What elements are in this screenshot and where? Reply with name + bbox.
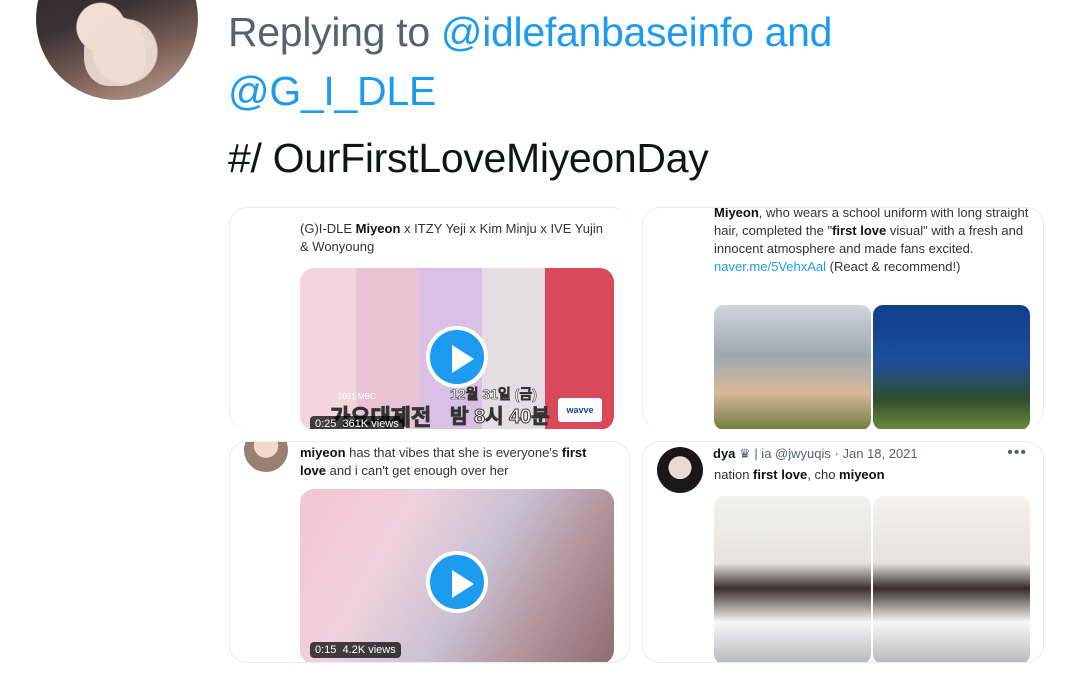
quote-text: nation first love, cho miyeon (714, 467, 885, 482)
quote-author-line: dya ♛ | ia @jwyuqis · Jan 18, 2021 (713, 446, 918, 461)
video-duration: 0:15 4.2K views (310, 642, 401, 658)
mention-link-idlefanbaseinfo[interactable]: @idlefanbaseinfo (441, 9, 754, 55)
article-link[interactable]: naver.me/5VehxAal (714, 259, 826, 274)
quote-card-3[interactable]: miyeon has that vibes that she is everyo… (229, 441, 630, 663)
overlay-time: 밤 8시 40분 (450, 406, 551, 429)
video-thumbnail[interactable]: 12월 31일 (금) 밤 8시 40분 2021 MBC 가요대제전 wavv… (300, 268, 614, 429)
quote-text: miyeon has that vibes that she is everyo… (300, 445, 587, 478)
video-duration: 0:25 361K views (310, 416, 404, 429)
tweet-date[interactable]: Jan 18, 2021 (842, 446, 917, 461)
quote-text: (G)I-DLE Miyeon x ITZY Yeji x Kim Minju … (300, 221, 603, 254)
crown-icon: ♛ (739, 446, 751, 461)
replying-to-label: Replying to (228, 9, 430, 55)
quote-card-1[interactable]: (G)I-DLE Miyeon x ITZY Yeji x Kim Minju … (229, 207, 630, 429)
quote-text: Miyeon, who wears a school uniform with … (714, 207, 1029, 274)
play-icon[interactable] (426, 326, 488, 388)
wavve-logo: wavve (558, 398, 602, 422)
avatar[interactable] (36, 0, 198, 100)
play-icon[interactable] (426, 551, 488, 613)
author-handle[interactable]: @jwyuqis (775, 446, 831, 461)
tweet-text: #/ OurFirstLoveMiyeonDay (228, 135, 709, 181)
avatar[interactable] (244, 442, 288, 472)
replying-to-line: Replying to @idlefanbaseinfo and (228, 8, 1048, 56)
photo-2[interactable] (873, 496, 1030, 662)
video-thumbnail[interactable]: 0:15 4.2K views (300, 489, 614, 662)
more-icon[interactable]: ••• (1007, 444, 1027, 462)
quote-card-2[interactable]: Miyeon, who wears a school uniform with … (642, 207, 1044, 429)
and-label: and (764, 9, 833, 55)
photo-2[interactable] (873, 305, 1030, 429)
mention-link-gidle[interactable]: @G_I_DLE (228, 67, 436, 115)
avatar[interactable] (657, 447, 703, 493)
photo-1[interactable] (714, 496, 871, 662)
photo-1[interactable] (714, 305, 871, 429)
author-name[interactable]: dya (713, 446, 735, 461)
quote-card-4[interactable]: dya ♛ | ia @jwyuqis · Jan 18, 2021 ••• n… (642, 441, 1044, 663)
